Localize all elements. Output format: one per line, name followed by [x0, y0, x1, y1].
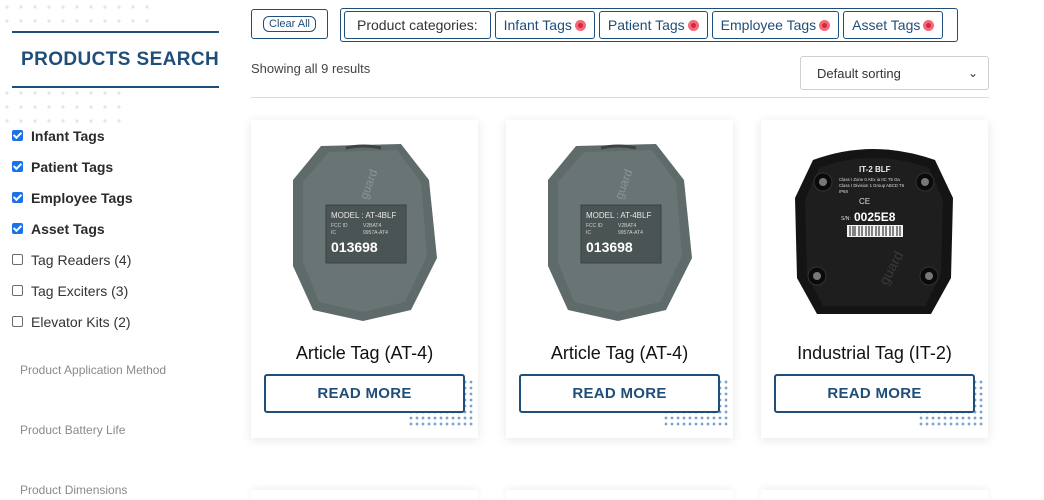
product-image-it2[interactable]: IT-2 BLF Class I Zone 0 AEx ia IIC T6 Ga…: [761, 138, 988, 323]
device-ic: IC: [331, 230, 336, 236]
sidebar: PRODUCTS SEARCH Infant Tags Patient Tags…: [0, 0, 235, 500]
chip-infant-tags[interactable]: Infant Tags: [494, 11, 595, 39]
chip-label: Infant Tags: [503, 17, 572, 33]
filter-asset-tags[interactable]: Asset Tags: [12, 213, 133, 244]
results-count: Showing all 9 results: [251, 61, 371, 76]
device-model: MODEL : AT-4BLF: [331, 211, 396, 220]
device-sn-label: S/N:: [841, 216, 851, 222]
device-cert-3: IP68: [839, 189, 848, 194]
device-ic-value: 9957A-AT4: [363, 230, 388, 236]
remove-icon[interactable]: [819, 19, 831, 31]
chip-employee-tags[interactable]: Employee Tags: [711, 11, 840, 39]
active-categories-bar: Product categories: Infant Tags Patient …: [340, 8, 958, 42]
remove-icon[interactable]: [574, 19, 586, 31]
chip-label: Employee Tags: [720, 17, 817, 33]
filter-label: Asset Tags: [31, 220, 105, 237]
sort-value: Default sorting: [817, 65, 901, 81]
filter-label: Employee Tags: [31, 189, 133, 206]
checkbox[interactable]: [12, 254, 23, 265]
product-title[interactable]: Article Tag (AT-4): [251, 343, 478, 364]
sidebar-title: PRODUCTS SEARCH: [21, 49, 220, 70]
facet-dimensions[interactable]: Product Dimensions: [20, 483, 127, 497]
product-image-at4[interactable]: guard MODEL : AT-4BLF FCC ID V2BAT4 IC 9…: [506, 138, 733, 323]
checkbox-checked[interactable]: [12, 130, 23, 141]
filter-label: Tag Exciters (3): [31, 282, 129, 299]
device-cert-2: Class I Division 1 Group ABCD T6: [839, 183, 905, 188]
chip-asset-tags[interactable]: Asset Tags: [843, 11, 944, 39]
filter-label: Elevator Kits (2): [31, 313, 131, 330]
filter-tag-readers[interactable]: Tag Readers (4): [12, 244, 133, 275]
filter-elevator-kits[interactable]: Elevator Kits (2): [12, 306, 133, 337]
checkbox[interactable]: [12, 316, 23, 327]
clear-all-button[interactable]: Clear All: [251, 9, 328, 39]
categories-label: Product categories:: [344, 11, 491, 39]
svg-text:CE: CE: [859, 197, 870, 206]
read-more-button[interactable]: READ MORE: [519, 374, 720, 413]
remove-icon[interactable]: [923, 19, 935, 31]
checkbox-checked[interactable]: [12, 223, 23, 234]
device-cert-1: Class I Zone 0 AEx ia IIC T6 Ga: [839, 177, 900, 182]
facet-application-method[interactable]: Product Application Method: [20, 363, 166, 377]
product-card: guard MODEL : AT-4BLF FCC ID V2BAT4 IC 9…: [506, 120, 733, 438]
filter-label: Patient Tags: [31, 158, 114, 175]
chip-patient-tags[interactable]: Patient Tags: [598, 11, 708, 39]
filter-employee-tags[interactable]: Employee Tags: [12, 182, 133, 213]
product-title[interactable]: Article Tag (AT-4): [506, 343, 733, 364]
device-fcc-value: V2BAT4: [618, 223, 636, 229]
read-more-button[interactable]: READ MORE: [774, 374, 975, 413]
clear-all-label: Clear All: [263, 16, 316, 32]
device-serial: 013698: [586, 239, 633, 255]
sidebar-title-box: PRODUCTS SEARCH: [12, 31, 219, 88]
product-card-next-row: [761, 490, 988, 500]
device-ic: IC: [586, 230, 591, 236]
device-ic-value: 9957A-AT4: [618, 230, 643, 236]
filter-infant-tags[interactable]: Infant Tags: [12, 120, 133, 151]
decorative-dots: [0, 86, 130, 124]
chip-label: Asset Tags: [852, 17, 921, 33]
facet-battery-life[interactable]: Product Battery Life: [20, 423, 125, 437]
product-card: IT-2 BLF Class I Zone 0 AEx ia IIC T6 Ga…: [761, 120, 988, 438]
checkbox-checked[interactable]: [12, 192, 23, 203]
device-model: IT-2 BLF: [859, 165, 891, 174]
product-image-at4[interactable]: guard MODEL : AT-4BLF FCC ID V2BAT4 IC 9…: [251, 138, 478, 323]
chevron-down-icon: ⌄: [967, 66, 978, 80]
product-title[interactable]: Industrial Tag (IT-2): [761, 343, 988, 364]
filter-tag-exciters[interactable]: Tag Exciters (3): [12, 275, 133, 306]
device-fcc: FCC ID: [586, 223, 603, 229]
checkbox[interactable]: [12, 285, 23, 296]
sort-select[interactable]: Default sorting ⌄: [800, 56, 989, 90]
filter-patient-tags[interactable]: Patient Tags: [12, 151, 133, 182]
product-card-next-row: [251, 490, 478, 500]
device-fcc-value: V2BAT4: [363, 223, 381, 229]
product-card-next-row: [506, 490, 733, 500]
filter-label: Infant Tags: [31, 127, 105, 144]
device-serial: 013698: [331, 239, 378, 255]
device-model: MODEL : AT-4BLF: [586, 211, 651, 220]
filter-label: Tag Readers (4): [31, 251, 132, 268]
read-more-button[interactable]: READ MORE: [264, 374, 465, 413]
divider: [251, 97, 989, 98]
remove-icon[interactable]: [687, 19, 699, 31]
checkbox-checked[interactable]: [12, 161, 23, 172]
chip-label: Patient Tags: [607, 17, 685, 33]
category-filter-list: Infant Tags Patient Tags Employee Tags A…: [12, 120, 133, 337]
device-serial: 0025E8: [854, 210, 896, 224]
product-card: guard MODEL : AT-4BLF FCC ID V2BAT4 IC 9…: [251, 120, 478, 438]
device-fcc: FCC ID: [331, 223, 348, 229]
